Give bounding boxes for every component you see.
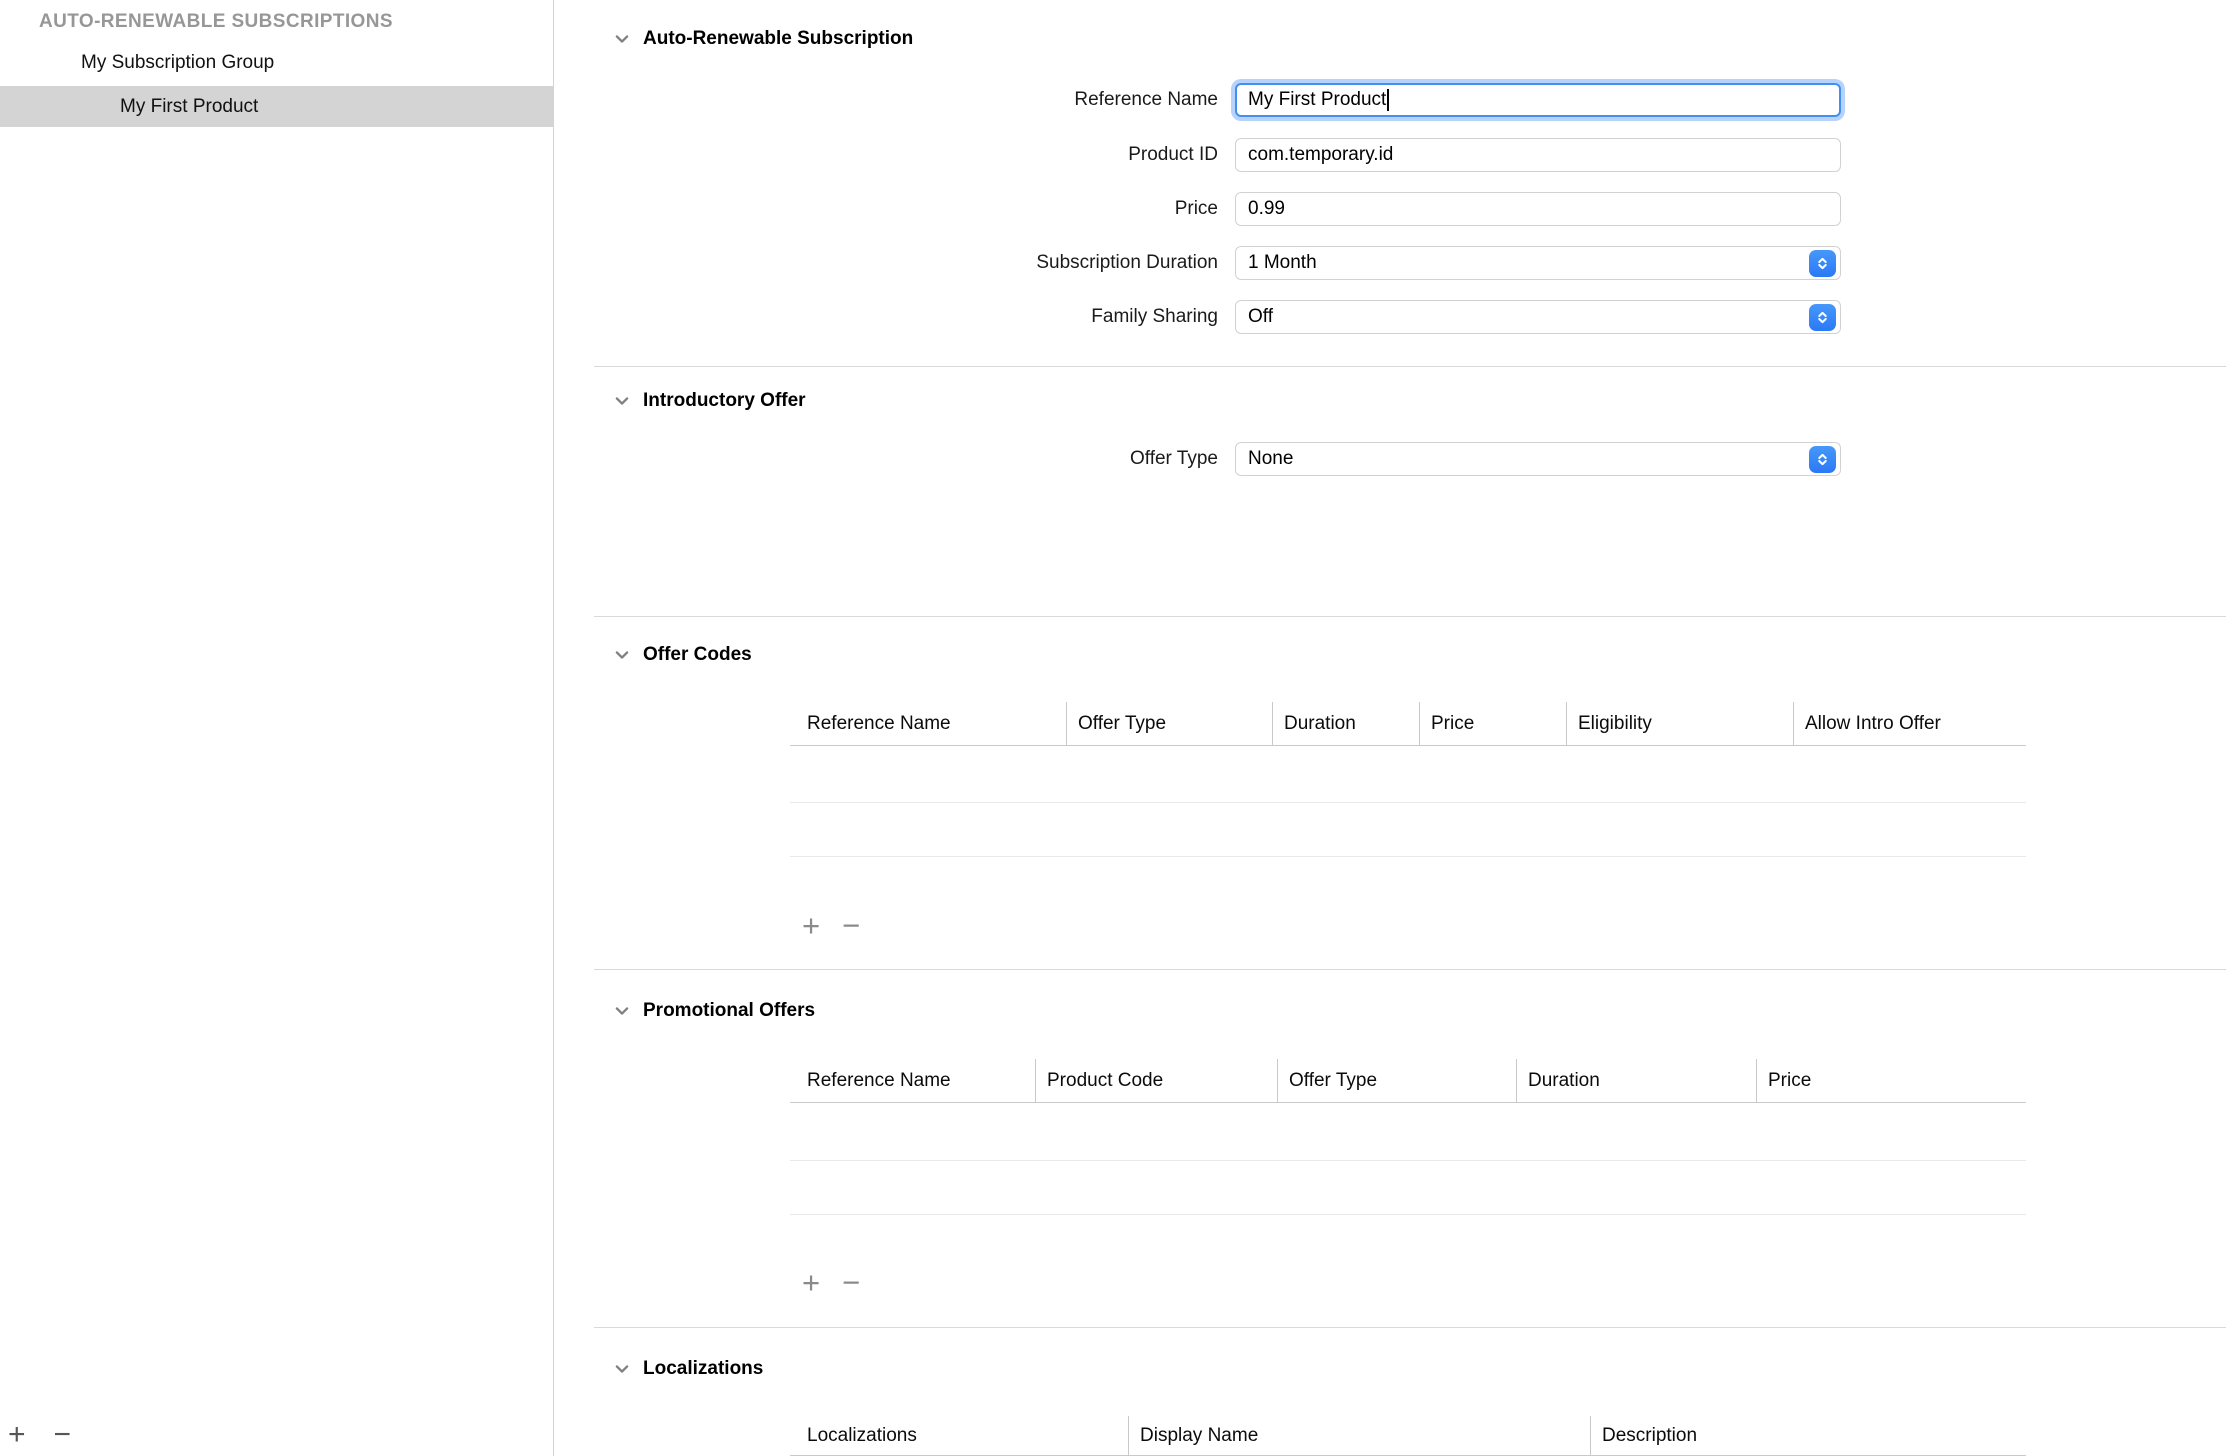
section-divider	[594, 969, 2226, 970]
subscription-duration-select[interactable]: 1 Month	[1235, 246, 1841, 280]
subscription-duration-value: 1 Month	[1248, 252, 1317, 274]
add-product-button[interactable]: +	[8, 1420, 26, 1450]
price-input[interactable]: 0.99	[1235, 192, 1841, 226]
product-id-input[interactable]: com.temporary.id	[1235, 138, 1841, 172]
subscription-duration-label: Subscription Duration	[554, 246, 1218, 280]
popup-stepper-icon	[1809, 446, 1836, 473]
column-header: Duration	[1272, 702, 1419, 745]
section-header-localizations: Localizations	[612, 1355, 763, 1383]
family-sharing-value: Off	[1248, 306, 1273, 328]
column-header: Price	[1756, 1059, 2026, 1102]
remove-promotional-offer-button[interactable]: −	[842, 1267, 860, 1298]
localizations-table: Localizations Display Name Description	[790, 1416, 2026, 1456]
column-header: Offer Type	[1066, 702, 1272, 745]
section-header-auto-renewable: Auto-Renewable Subscription	[612, 25, 913, 53]
price-value: 0.99	[1248, 198, 1285, 220]
popup-stepper-icon	[1809, 250, 1836, 277]
column-header: Product Code	[1035, 1059, 1277, 1102]
family-sharing-label: Family Sharing	[554, 300, 1218, 334]
popup-stepper-icon	[1809, 304, 1836, 331]
column-header: Display Name	[1128, 1416, 1590, 1455]
section-title: Offer Codes	[643, 644, 752, 666]
reference-name-label: Reference Name	[554, 83, 1218, 117]
reference-name-input[interactable]: My First Product	[1235, 83, 1841, 117]
section-header-offer-codes: Offer Codes	[612, 641, 752, 669]
sidebar-item-subscription-group[interactable]: My Subscription Group	[0, 42, 553, 83]
promotional-offers-table-header: Reference Name Product Code Offer Type D…	[790, 1059, 2026, 1103]
sidebar-item-label: My First Product	[120, 96, 258, 117]
chevron-down-icon[interactable]	[612, 391, 632, 411]
add-offer-code-button[interactable]: +	[802, 910, 820, 941]
section-divider	[594, 616, 2226, 617]
section-title: Introductory Offer	[643, 390, 806, 412]
section-divider	[594, 1327, 2226, 1328]
sidebar-item-label: My Subscription Group	[81, 52, 274, 73]
column-header: Reference Name	[790, 1059, 1035, 1102]
localizations-table-header: Localizations Display Name Description	[790, 1416, 2026, 1456]
offer-codes-table-header: Reference Name Offer Type Duration Price…	[790, 702, 2026, 746]
chevron-down-icon[interactable]	[612, 1001, 632, 1021]
column-header: Reference Name	[790, 702, 1066, 745]
column-header: Localizations	[790, 1416, 1128, 1455]
remove-offer-code-button[interactable]: −	[842, 910, 860, 941]
column-header: Description	[1590, 1416, 2026, 1455]
chevron-down-icon[interactable]	[612, 29, 632, 49]
offer-codes-controls: + −	[802, 910, 860, 941]
sidebar-group-header: AUTO-RENEWABLE SUBSCRIPTIONS	[39, 11, 393, 33]
column-header: Eligibility	[1566, 702, 1793, 745]
chevron-down-icon[interactable]	[612, 645, 632, 665]
section-divider	[594, 366, 2226, 367]
promotional-offers-table: Reference Name Product Code Offer Type D…	[790, 1059, 2026, 1215]
promotional-offers-controls: + −	[802, 1267, 860, 1298]
text-caret	[1387, 89, 1389, 111]
offer-type-value: None	[1248, 448, 1293, 470]
section-header-introductory-offer: Introductory Offer	[612, 387, 806, 415]
offer-type-label: Offer Type	[554, 442, 1218, 476]
product-id-label: Product ID	[554, 138, 1218, 172]
section-title: Promotional Offers	[643, 1000, 815, 1022]
offer-type-select[interactable]: None	[1235, 442, 1841, 476]
sidebar-item-first-product[interactable]: My First Product	[0, 86, 553, 127]
column-header: Price	[1419, 702, 1566, 745]
table-row-empty	[790, 803, 2026, 857]
price-label: Price	[554, 192, 1218, 226]
editor-pane: Auto-Renewable Subscription Reference Na…	[554, 0, 2226, 1456]
table-row-empty	[790, 1161, 2026, 1215]
table-row-empty	[790, 746, 2026, 803]
chevron-down-icon[interactable]	[612, 1359, 632, 1379]
remove-product-button[interactable]: −	[54, 1420, 72, 1450]
section-title: Localizations	[643, 1358, 763, 1380]
sidebar-controls: + −	[8, 1420, 71, 1450]
section-header-promotional-offers: Promotional Offers	[612, 997, 815, 1025]
section-title: Auto-Renewable Subscription	[643, 28, 913, 50]
reference-name-value: My First Product	[1248, 89, 1386, 111]
column-header: Duration	[1516, 1059, 1756, 1102]
column-header: Allow Intro Offer	[1793, 702, 2026, 745]
add-promotional-offer-button[interactable]: +	[802, 1267, 820, 1298]
offer-codes-table: Reference Name Offer Type Duration Price…	[790, 702, 2026, 857]
column-header: Offer Type	[1277, 1059, 1516, 1102]
table-row-empty	[790, 1103, 2026, 1161]
family-sharing-select[interactable]: Off	[1235, 300, 1841, 334]
sidebar: AUTO-RENEWABLE SUBSCRIPTIONS My Subscrip…	[0, 0, 554, 1456]
product-id-value: com.temporary.id	[1248, 144, 1393, 166]
